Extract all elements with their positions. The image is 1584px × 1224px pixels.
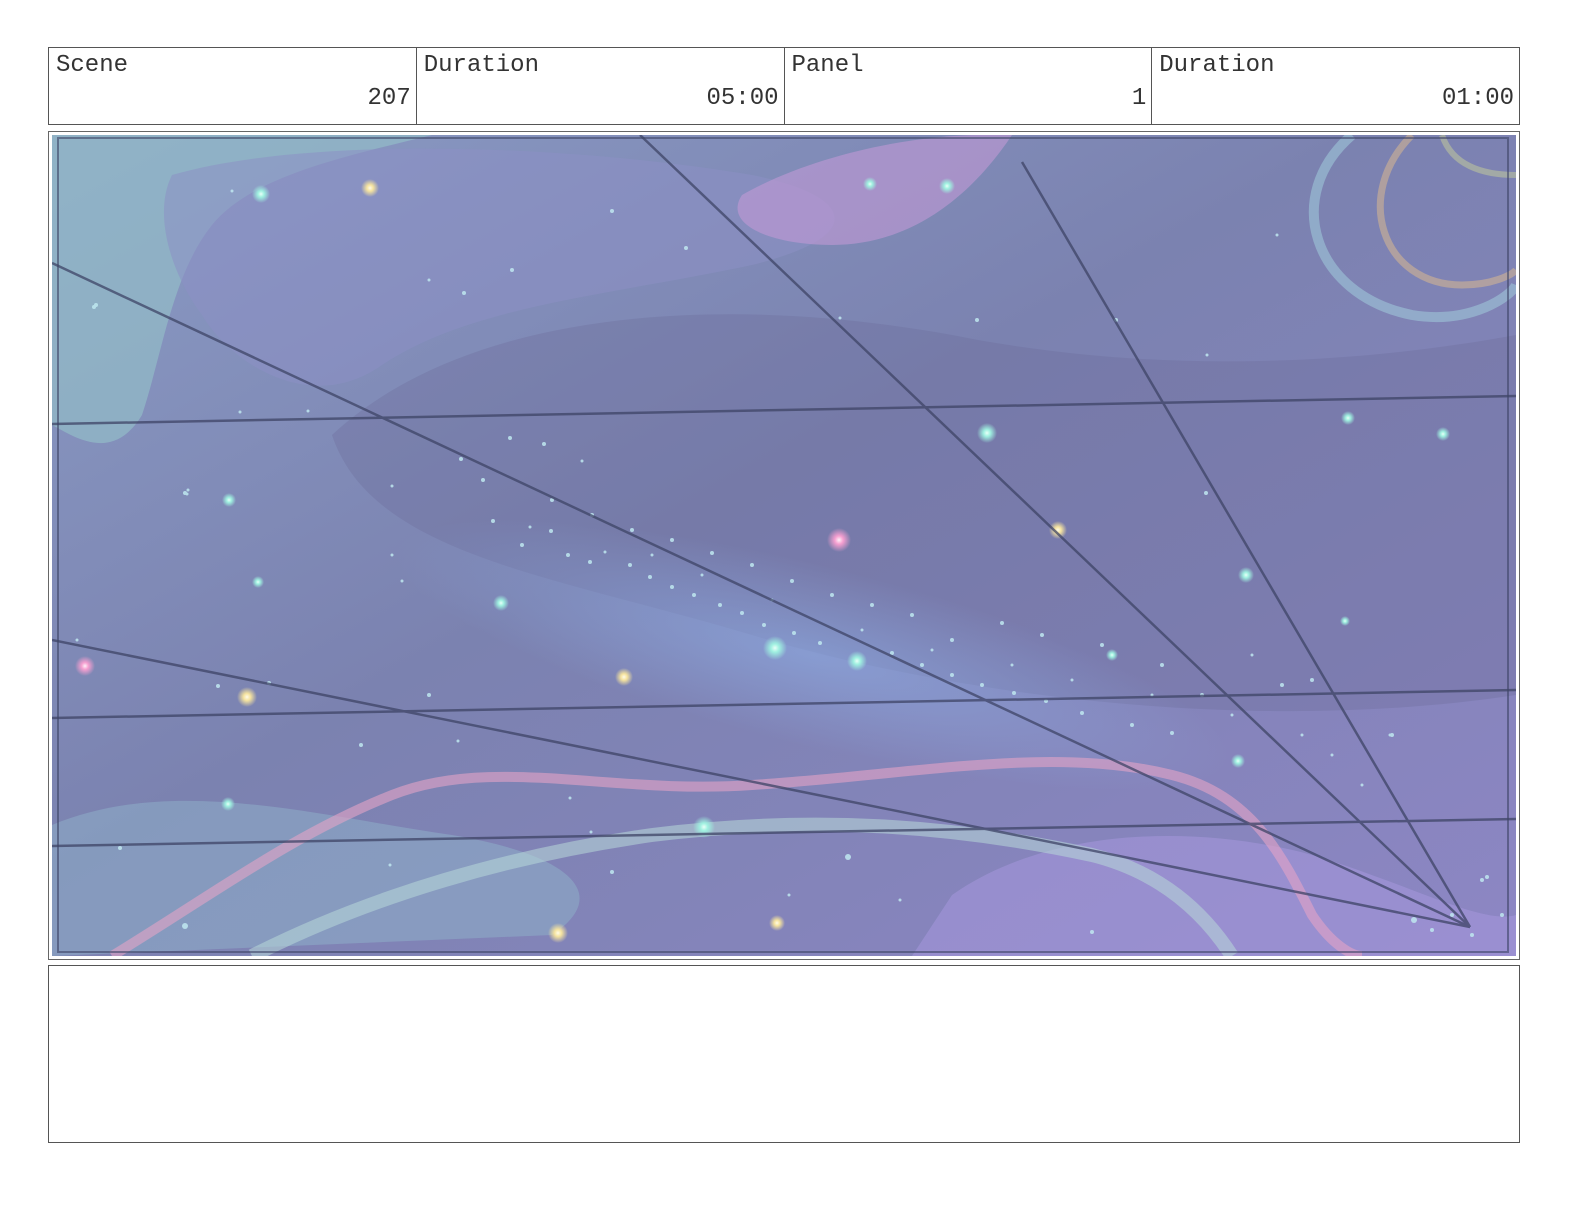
panel-duration-value: 01:00 [1441,85,1514,112]
scene-cell: Scene 207 [49,48,417,124]
panel-notes-box[interactable] [48,965,1520,1143]
scene-duration-label: Duration [423,52,539,79]
scene-number: 207 [367,85,411,112]
panel-info-header: Scene 207 Duration 05:00 Panel 1 Duratio… [48,47,1520,125]
scene-label: Scene [56,52,129,79]
panel-cell: Panel 1 [785,48,1153,124]
panel-duration-label: Duration [1159,52,1275,79]
panel-label: Panel [791,52,864,79]
storyboard-panel-frame [48,131,1520,960]
panel-number: 1 [1131,85,1147,112]
scene-duration-cell: Duration 05:00 [417,48,785,124]
panel-duration-cell: Duration 01:00 [1152,48,1519,124]
storyboard-artwork [52,135,1516,956]
scene-duration-value: 05:00 [706,85,779,112]
